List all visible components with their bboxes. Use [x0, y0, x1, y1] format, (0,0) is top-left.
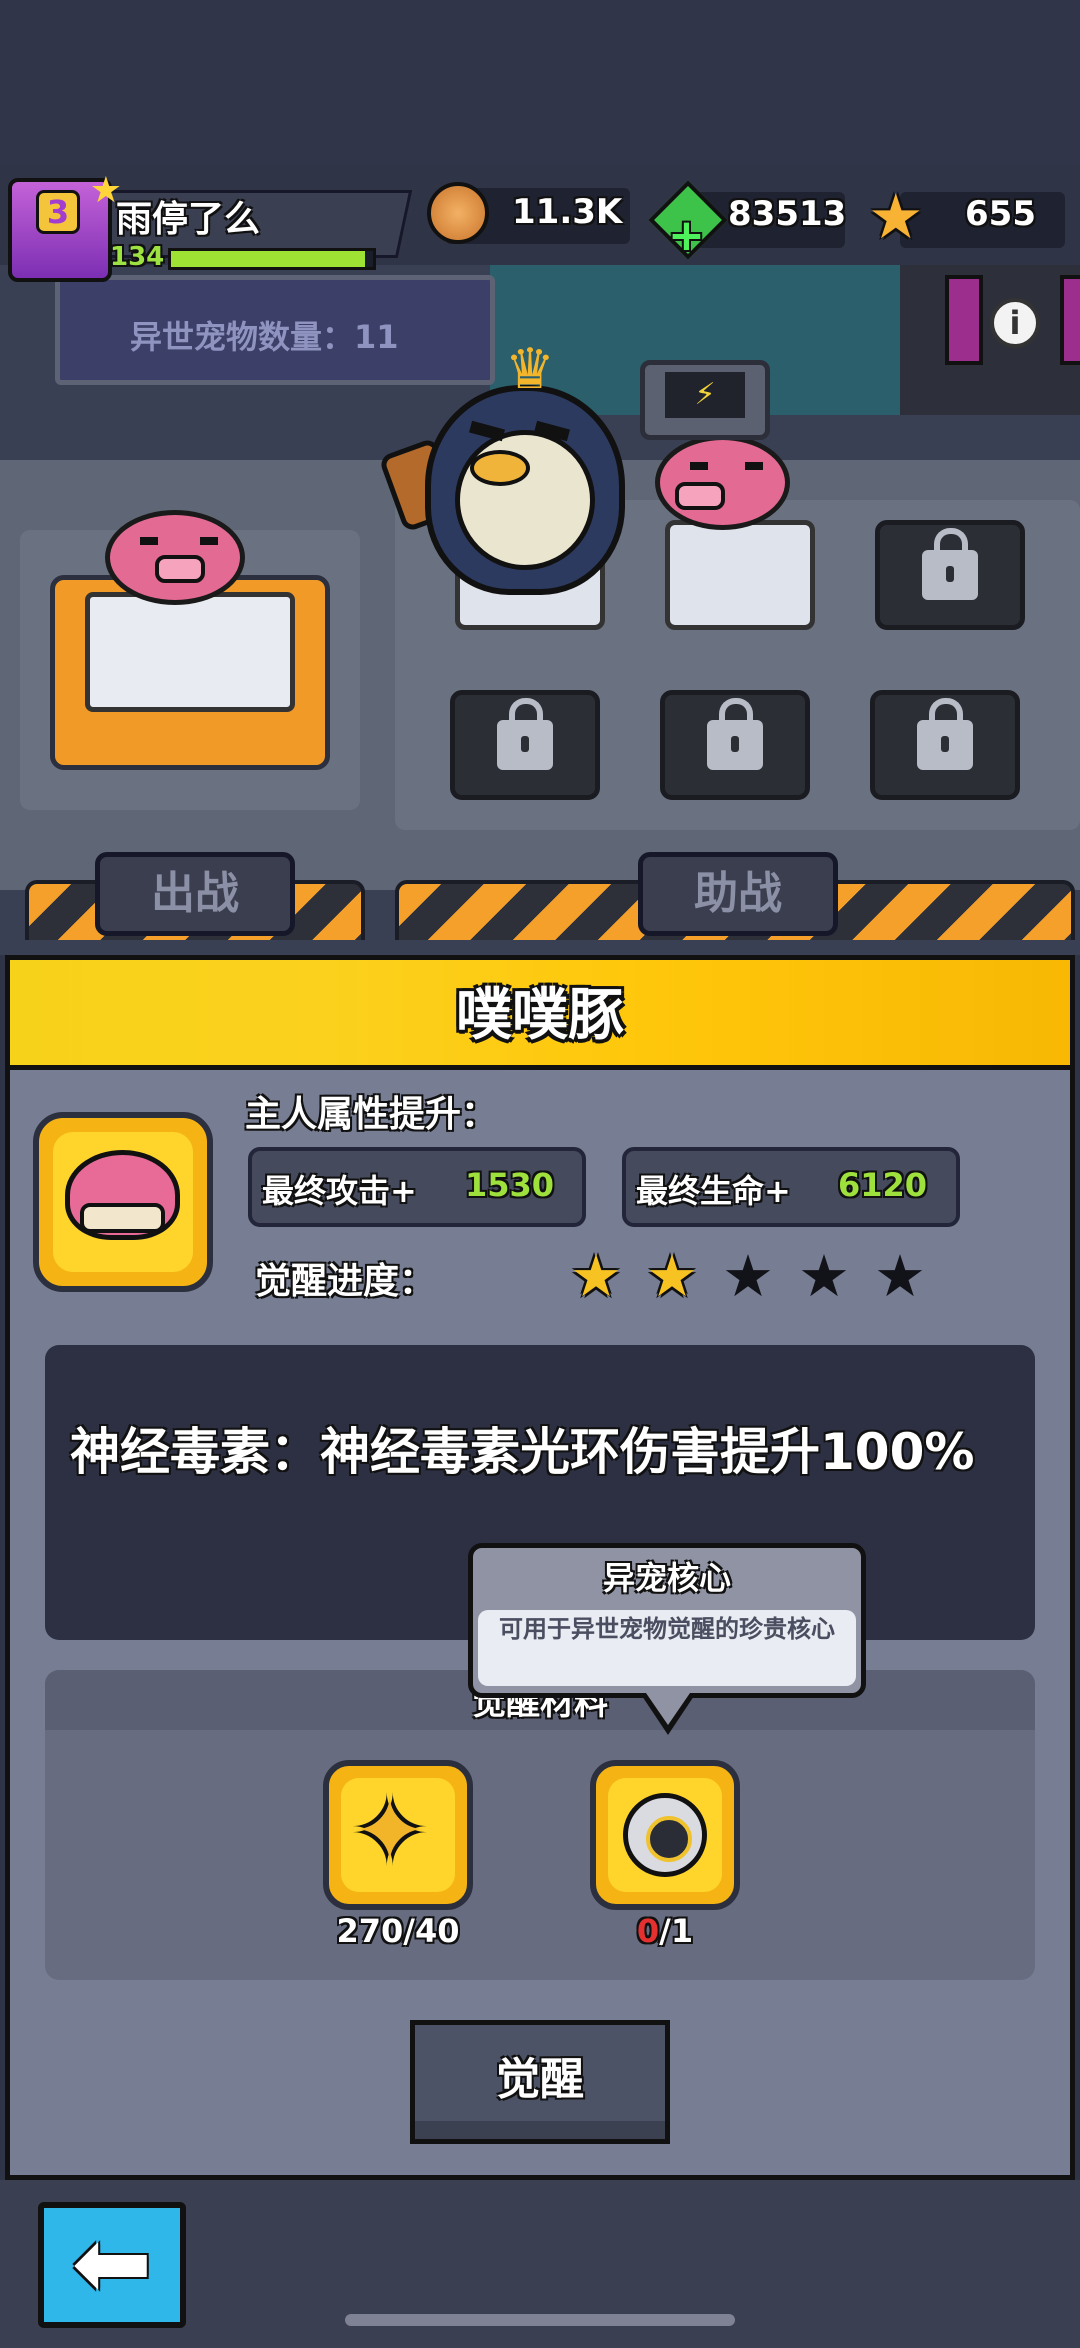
home-indicator[interactable] [345, 2314, 735, 2326]
info-button[interactable]: i [990, 298, 1040, 348]
pufferfish-pet-assist[interactable] [655, 435, 790, 530]
assist-slot-locked-2[interactable] [450, 690, 600, 800]
gem-value: 83513 [728, 194, 847, 234]
player-name: 雨停了么 [116, 199, 261, 240]
tooltip-tail-inner [646, 1693, 690, 1725]
material-pet-core-count: 0/1 [565, 1912, 765, 1950]
star-currency-icon: ★ [868, 180, 924, 253]
assist-slot-locked-4[interactable] [870, 690, 1020, 800]
material-need: /1 [659, 1912, 694, 1950]
pet-core-icon [623, 1793, 707, 1877]
tooltip-title: 异宠核心 [602, 1559, 731, 1597]
tab-assist[interactable]: 助战 [638, 852, 838, 936]
star-filled-icon: ★ [570, 1242, 622, 1310]
star-empty-icon: ★ [874, 1242, 926, 1310]
back-button[interactable]: ⬅ [38, 2202, 186, 2328]
penguin-beak [470, 450, 530, 486]
xp-bar-fill [171, 251, 365, 267]
awaken-button[interactable]: 觉醒 [410, 2020, 670, 2144]
material-have: 0 [636, 1912, 660, 1950]
stat-hp-value: 6120 [838, 1166, 928, 1204]
owner-boost-label: 主人属性提升： [245, 1094, 498, 1135]
tab-battle[interactable]: 出战 [95, 852, 295, 936]
pufferfish-pet-battle[interactable] [105, 510, 245, 605]
pet-count-label: 异世宠物数量：11 [130, 318, 399, 356]
coin-icon [427, 182, 489, 244]
battle-slot-active[interactable] [50, 575, 330, 770]
stat-attack-value: 1530 [465, 1166, 555, 1204]
assist-slot-locked-1[interactable] [875, 520, 1025, 630]
star-shard-icon: ✦ [352, 1779, 428, 1884]
lock-icon [922, 528, 978, 600]
tooltip-description: 可用于异世宠物觉醒的珍贵核心 [499, 1615, 835, 1643]
status-bar-area [0, 0, 1080, 165]
stat-hp-label: 最终生命+ [636, 1172, 791, 1210]
avatar-level-badge: 3 [36, 190, 80, 234]
xp-bar [168, 248, 376, 270]
lightning-icon: ⚡ [665, 372, 745, 418]
star-filled-icon: ★ [646, 1242, 698, 1310]
add-gem-icon[interactable]: + [668, 210, 705, 261]
star-empty-icon: ★ [798, 1242, 850, 1310]
awaken-progress-label: 觉醒进度： [255, 1261, 436, 1302]
background-door [900, 265, 1080, 415]
lock-icon [497, 698, 553, 770]
avatar[interactable]: 3 ★ [8, 170, 122, 282]
material-have: 270 [336, 1912, 404, 1950]
star-empty-icon: ★ [722, 1242, 774, 1310]
pufferfish-portrait-icon [65, 1150, 180, 1240]
assist-slot-2[interactable] [665, 520, 815, 630]
lock-icon [707, 698, 763, 770]
crown-icon: ♛ [504, 337, 556, 402]
material-need: /40 [403, 1912, 460, 1950]
skill-description: 神经毒素：神经毒素光环伤害提升100% [70, 1423, 975, 1481]
back-arrow-icon: ⬅ [71, 2207, 153, 2319]
player-level: 134 [110, 242, 165, 272]
pet-name-title: 噗噗豚 [456, 983, 624, 1048]
lock-icon [917, 698, 973, 770]
stat-attack-label: 最终攻击+ [262, 1172, 417, 1210]
coin-value: 11.3K [512, 192, 623, 232]
penguin-belly [455, 430, 595, 570]
material-star-shard-count: 270/40 [298, 1912, 498, 1950]
star-currency-value: 655 [965, 194, 1036, 234]
assist-slot-locked-3[interactable] [660, 690, 810, 800]
